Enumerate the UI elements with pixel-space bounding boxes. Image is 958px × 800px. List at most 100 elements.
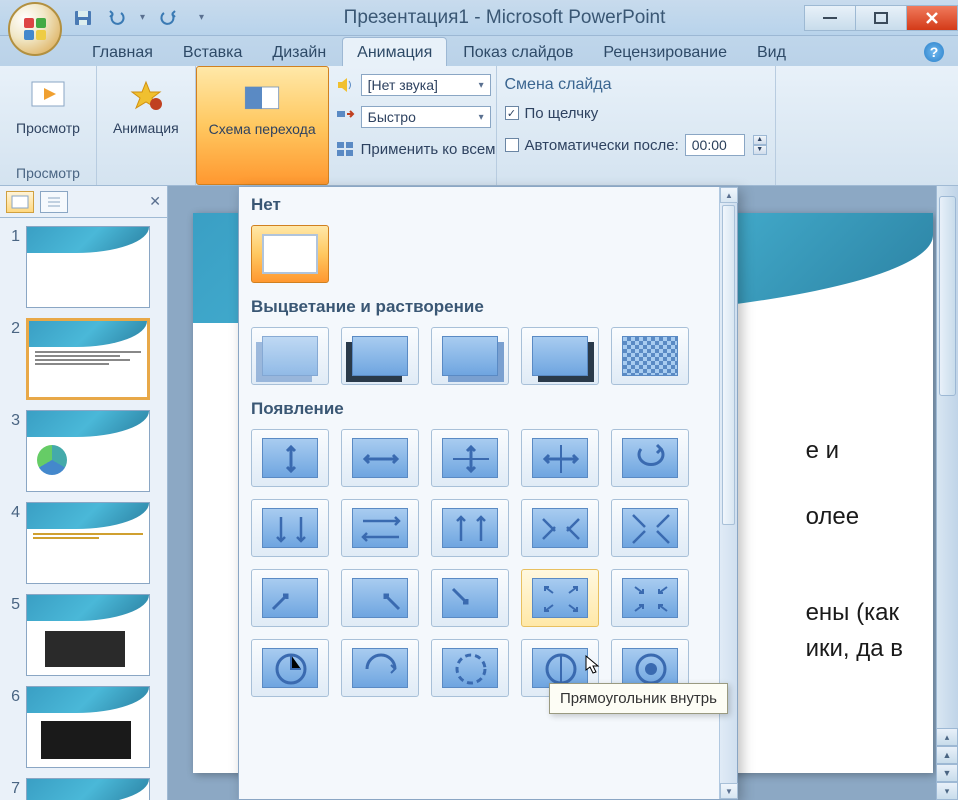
thumb-7[interactable]: 7	[4, 778, 163, 800]
title-bar: ▾ ▾ Презентация1 - Microsoft PowerPoint	[0, 0, 958, 36]
close-button[interactable]	[906, 5, 958, 31]
gallery-scroll-up[interactable]: ▲	[720, 187, 738, 203]
transition-wipe-9[interactable]	[521, 499, 599, 557]
ribbon-tabs: Главная Вставка Дизайн Анимация Показ сл…	[0, 36, 958, 66]
transition-clock-3[interactable]	[431, 639, 509, 697]
transition-gallery: Нет Выцветание и растворение Появление	[238, 186, 738, 800]
quick-access-toolbar: ▾ ▾	[72, 7, 204, 29]
maximize-button[interactable]	[855, 5, 907, 31]
time-spin-down[interactable]: ▼	[753, 145, 767, 155]
preview-group-label: Просмотр	[8, 163, 88, 183]
thumb-5[interactable]: 5	[4, 594, 163, 676]
tab-review[interactable]: Рецензирование	[589, 38, 741, 66]
transition-wipe-8[interactable]	[431, 499, 509, 557]
preview-button[interactable]: Просмотр	[8, 70, 88, 140]
tab-view[interactable]: Вид	[743, 38, 800, 66]
animation-label: Анимация	[113, 120, 179, 136]
transition-wipe-11[interactable]	[251, 569, 329, 627]
auto-after-checkbox[interactable]	[505, 138, 519, 152]
gallery-scroll-down[interactable]: ▼	[720, 783, 738, 799]
time-spin-up[interactable]: ▲	[753, 135, 767, 145]
vertical-scrollbar[interactable]: ▴ ▲ ▼ ▾	[936, 186, 958, 800]
scroll-prev-slide[interactable]: ▴	[936, 728, 958, 746]
transition-scheme-button[interactable]: Схема перехода	[196, 66, 329, 185]
apply-all-button[interactable]: Применить ко всем	[335, 136, 496, 162]
transition-fade-2[interactable]	[341, 327, 419, 385]
thumb-6[interactable]: 6	[4, 686, 163, 768]
thumbs-close-icon[interactable]: ✕	[149, 193, 161, 210]
tab-home[interactable]: Главная	[78, 38, 167, 66]
transition-icon	[242, 75, 282, 119]
auto-time-field[interactable]: 00:00	[685, 134, 745, 156]
help-button[interactable]: ?	[924, 42, 944, 62]
redo-icon[interactable]	[157, 7, 179, 29]
transition-wipe-6[interactable]	[251, 499, 329, 557]
transition-fade-1[interactable]	[251, 327, 329, 385]
advance-title: Смена слайда	[505, 76, 767, 94]
thumbs-tab-slides[interactable]	[6, 191, 34, 213]
transition-wipe-4[interactable]	[521, 429, 599, 487]
caption-buttons	[805, 5, 958, 31]
transition-wipe-2[interactable]	[341, 429, 419, 487]
preview-label: Просмотр	[16, 120, 80, 136]
gallery-section-fade: Выцветание и растворение	[239, 289, 719, 321]
tab-animation[interactable]: Анимация	[342, 37, 447, 66]
ribbon-group-transition: Схема перехода [Нет звука] Быстро Примен…	[196, 66, 497, 185]
transition-fade-4[interactable]	[521, 327, 599, 385]
thumb-1[interactable]: 1	[4, 226, 163, 308]
apply-all-icon	[335, 140, 355, 158]
mouse-cursor	[585, 655, 601, 675]
slide-thumbnails-panel: ✕ 1 2 3 4 5 6 7	[0, 186, 168, 800]
transition-wipe-13[interactable]	[431, 569, 509, 627]
thumbs-tab-outline[interactable]	[40, 191, 68, 213]
undo-icon[interactable]	[106, 7, 128, 29]
gallery-scroll-thumb[interactable]	[722, 205, 735, 525]
transition-box-in[interactable]	[521, 569, 599, 627]
transition-clock-1[interactable]	[251, 639, 329, 697]
slide-body-text: е и олее ены (как ики, да в	[806, 433, 903, 667]
transition-none[interactable]	[251, 225, 329, 283]
on-click-label: По щелчку	[525, 105, 599, 122]
speed-icon	[335, 108, 355, 126]
ribbon-group-preview: Просмотр Просмотр	[0, 66, 97, 185]
transition-wipe-3[interactable]	[431, 429, 509, 487]
minimize-button[interactable]	[804, 5, 856, 31]
transition-wipe-1[interactable]	[251, 429, 329, 487]
animation-icon	[126, 74, 166, 118]
tab-insert[interactable]: Вставка	[169, 38, 256, 66]
transition-wipe-7[interactable]	[341, 499, 419, 557]
thumb-4[interactable]: 4	[4, 502, 163, 584]
transition-fade-3[interactable]	[431, 327, 509, 385]
transition-box-out[interactable]	[611, 569, 689, 627]
transition-wipe-12[interactable]	[341, 569, 419, 627]
on-click-checkbox[interactable]: ✓	[505, 106, 519, 120]
preview-icon	[28, 74, 68, 118]
tab-slideshow[interactable]: Показ слайдов	[449, 38, 587, 66]
scroll-next-slide[interactable]: ▾	[936, 782, 958, 800]
transition-wipe-10[interactable]	[611, 499, 689, 557]
scrollbar-thumb[interactable]	[939, 196, 956, 396]
thumbs-list: 1 2 3 4 5 6 7	[0, 218, 167, 800]
transition-label: Схема перехода	[209, 121, 316, 137]
transition-dissolve[interactable]	[611, 327, 689, 385]
tab-design[interactable]: Дизайн	[258, 38, 340, 66]
sound-icon	[335, 76, 355, 94]
transition-wipe-5[interactable]	[611, 429, 689, 487]
undo-dropdown-icon[interactable]: ▾	[140, 12, 145, 23]
gallery-section-none: Нет	[239, 187, 719, 219]
auto-after-label: Автоматически после:	[525, 137, 679, 154]
office-button[interactable]	[8, 2, 62, 56]
ribbon: Просмотр Просмотр Анимация Схема переход…	[0, 66, 958, 186]
save-icon[interactable]	[72, 7, 94, 29]
sound-combo[interactable]: [Нет звука]	[361, 74, 491, 96]
gallery-section-wipe: Появление	[239, 391, 719, 423]
transition-clock-2[interactable]	[341, 639, 419, 697]
speed-combo[interactable]: Быстро	[361, 106, 491, 128]
animation-button[interactable]: Анимация	[105, 70, 187, 140]
thumb-3[interactable]: 3	[4, 410, 163, 492]
transition-tooltip: Прямоугольник внутрь	[549, 683, 728, 714]
scroll-up[interactable]: ▲	[936, 746, 958, 764]
thumb-2[interactable]: 2	[4, 318, 163, 400]
ribbon-group-advance: Смена слайда ✓ По щелчку Автоматически по…	[497, 66, 776, 185]
scroll-down[interactable]: ▼	[936, 764, 958, 782]
